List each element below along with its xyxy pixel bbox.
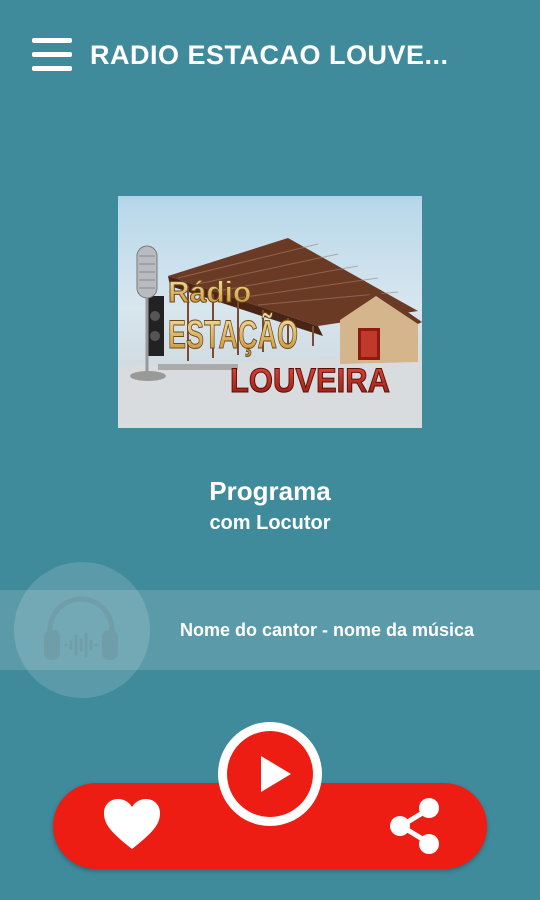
headphones-icon [40, 590, 122, 670]
program-name: Programa [209, 476, 331, 506]
app-title: RADIO ESTACAO LOUVE... [90, 40, 449, 70]
program-info: Programa com Locutor [0, 476, 540, 535]
play-button[interactable] [218, 722, 322, 826]
share-icon[interactable] [388, 796, 442, 856]
logo-text-radio: Rádio [168, 276, 251, 309]
hamburger-menu-icon[interactable] [32, 38, 72, 72]
app-bar: RADIO ESTACAO LOUVE... [0, 0, 540, 112]
station-logo-artwork: Rádio ESTAÇÃO LOUVEIRA [118, 126, 422, 428]
now-playing-song: Nome do cantor - nome da música [180, 620, 475, 640]
logo-text-louveira: LOUVEIRA [230, 362, 390, 400]
logo-text-estacao: ESTAÇÃO [168, 311, 298, 357]
play-icon[interactable] [227, 731, 313, 817]
heart-icon[interactable] [102, 797, 162, 853]
program-host: com Locutor [209, 512, 331, 534]
